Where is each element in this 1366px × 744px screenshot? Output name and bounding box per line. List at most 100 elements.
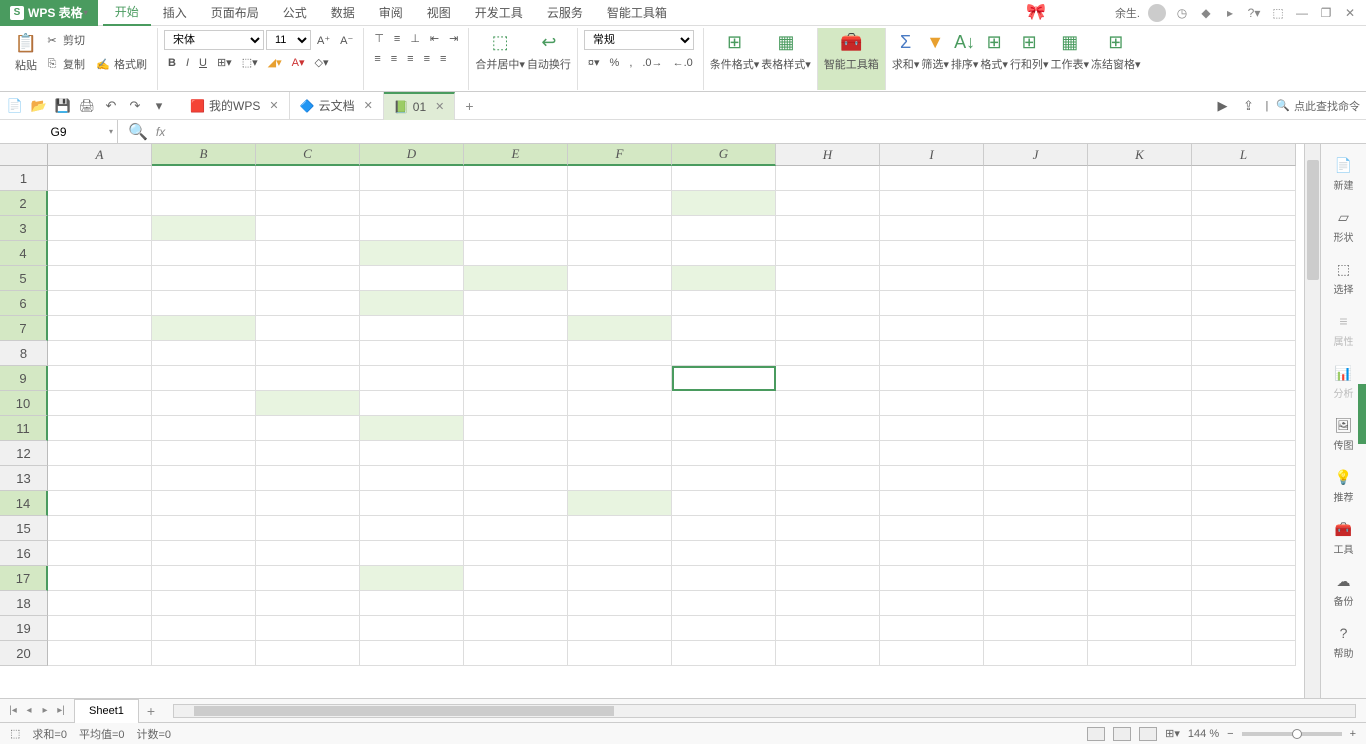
- row-header-15[interactable]: 15: [0, 516, 48, 541]
- cell-K16[interactable]: [1088, 541, 1192, 566]
- copy-button[interactable]: ⎘复制: [40, 54, 89, 74]
- cell-L17[interactable]: [1192, 566, 1296, 591]
- row-header-1[interactable]: 1: [0, 166, 48, 191]
- decimal-inc-button[interactable]: .0→: [638, 55, 666, 71]
- cell-D10[interactable]: [360, 391, 464, 416]
- cell-E12[interactable]: [464, 441, 568, 466]
- cell-H13[interactable]: [776, 466, 880, 491]
- cell-F10[interactable]: [568, 391, 672, 416]
- cell-J11[interactable]: [984, 416, 1088, 441]
- row-header-14[interactable]: 14: [0, 491, 48, 516]
- cell-B9[interactable]: [152, 366, 256, 391]
- doc-tab-1[interactable]: 🔷云文档✕: [290, 92, 384, 120]
- doc-tab-2[interactable]: 📗01✕: [384, 92, 456, 120]
- side-item-0[interactable]: 📄新建: [1321, 148, 1366, 200]
- row-header-11[interactable]: 11: [0, 416, 48, 441]
- cell-I12[interactable]: [880, 441, 984, 466]
- cell-E18[interactable]: [464, 591, 568, 616]
- cell-F20[interactable]: [568, 641, 672, 666]
- cell-H16[interactable]: [776, 541, 880, 566]
- cell-H18[interactable]: [776, 591, 880, 616]
- col-header-D[interactable]: D: [360, 144, 464, 166]
- select-all-corner[interactable]: [0, 144, 48, 166]
- cell-F18[interactable]: [568, 591, 672, 616]
- font-select[interactable]: 宋体: [164, 30, 264, 50]
- cloud-icon[interactable]: ◆: [1198, 5, 1214, 21]
- reading-mode-icon[interactable]: ⊞▾: [1165, 727, 1180, 740]
- row-header-7[interactable]: 7: [0, 316, 48, 341]
- align-center-button[interactable]: ≡: [387, 51, 401, 67]
- zoom-value[interactable]: 144 %: [1188, 728, 1219, 740]
- cell-G10[interactable]: [672, 391, 776, 416]
- cell-G5[interactable]: [672, 266, 776, 291]
- cell-I7[interactable]: [880, 316, 984, 341]
- font-color-button[interactable]: A▾: [288, 54, 309, 71]
- cell-D13[interactable]: [360, 466, 464, 491]
- cell-I2[interactable]: [880, 191, 984, 216]
- cell-D18[interactable]: [360, 591, 464, 616]
- cell-K6[interactable]: [1088, 291, 1192, 316]
- vertical-scrollbar[interactable]: [1304, 144, 1320, 698]
- cell-D20[interactable]: [360, 641, 464, 666]
- cell-H17[interactable]: [776, 566, 880, 591]
- cell-D2[interactable]: [360, 191, 464, 216]
- cell-E13[interactable]: [464, 466, 568, 491]
- cell-J2[interactable]: [984, 191, 1088, 216]
- cell-F9[interactable]: [568, 366, 672, 391]
- cell-A17[interactable]: [48, 566, 152, 591]
- cell-F12[interactable]: [568, 441, 672, 466]
- cell-C14[interactable]: [256, 491, 360, 516]
- row-col-button[interactable]: ⊞行和列▾: [1010, 30, 1049, 72]
- doc-close-icon[interactable]: ✕: [364, 99, 373, 112]
- zoom-in-button[interactable]: +: [1350, 728, 1356, 740]
- clear-format-button[interactable]: ◇▾: [310, 54, 332, 71]
- font-shrink-button[interactable]: A⁻: [336, 32, 357, 49]
- cell-F3[interactable]: [568, 216, 672, 241]
- qat-more-icon[interactable]: ▾: [150, 97, 168, 115]
- cell-C2[interactable]: [256, 191, 360, 216]
- cell-C10[interactable]: [256, 391, 360, 416]
- cell-L19[interactable]: [1192, 616, 1296, 641]
- side-item-1[interactable]: ▱形状: [1321, 200, 1366, 252]
- sheet-prev-button[interactable]: ◂: [22, 704, 36, 718]
- cell-H5[interactable]: [776, 266, 880, 291]
- cell-L18[interactable]: [1192, 591, 1296, 616]
- cell-B11[interactable]: [152, 416, 256, 441]
- cell-E7[interactable]: [464, 316, 568, 341]
- cell-G15[interactable]: [672, 516, 776, 541]
- cell-L8[interactable]: [1192, 341, 1296, 366]
- cell-E11[interactable]: [464, 416, 568, 441]
- menu-tab-7[interactable]: 开发工具: [463, 0, 535, 26]
- cell-H4[interactable]: [776, 241, 880, 266]
- cell-I3[interactable]: [880, 216, 984, 241]
- menu-tab-4[interactable]: 数据: [319, 0, 367, 26]
- cell-G1[interactable]: [672, 166, 776, 191]
- side-item-6[interactable]: 💡推荐: [1321, 460, 1366, 512]
- cell-J7[interactable]: [984, 316, 1088, 341]
- cell-E10[interactable]: [464, 391, 568, 416]
- new-icon[interactable]: 📄: [6, 97, 24, 115]
- avatar[interactable]: [1148, 4, 1166, 22]
- cell-E6[interactable]: [464, 291, 568, 316]
- cell-B18[interactable]: [152, 591, 256, 616]
- cell-H19[interactable]: [776, 616, 880, 641]
- cell-J4[interactable]: [984, 241, 1088, 266]
- row-header-20[interactable]: 20: [0, 641, 48, 666]
- cell-F8[interactable]: [568, 341, 672, 366]
- fx-search-icon[interactable]: 🔍: [128, 122, 148, 142]
- cell-H10[interactable]: [776, 391, 880, 416]
- doc-close-icon[interactable]: ✕: [435, 100, 444, 113]
- cell-B12[interactable]: [152, 441, 256, 466]
- view-normal-button[interactable]: [1087, 727, 1105, 741]
- name-box[interactable]: G9 ▾: [0, 120, 118, 144]
- cell-C4[interactable]: [256, 241, 360, 266]
- cell-B20[interactable]: [152, 641, 256, 666]
- col-header-H[interactable]: H: [776, 144, 880, 166]
- cell-G8[interactable]: [672, 341, 776, 366]
- doc-close-icon[interactable]: ✕: [269, 99, 278, 112]
- cell-C7[interactable]: [256, 316, 360, 341]
- col-header-E[interactable]: E: [464, 144, 568, 166]
- cell-C20[interactable]: [256, 641, 360, 666]
- cell-B15[interactable]: [152, 516, 256, 541]
- menu-tab-9[interactable]: 智能工具箱: [595, 0, 679, 26]
